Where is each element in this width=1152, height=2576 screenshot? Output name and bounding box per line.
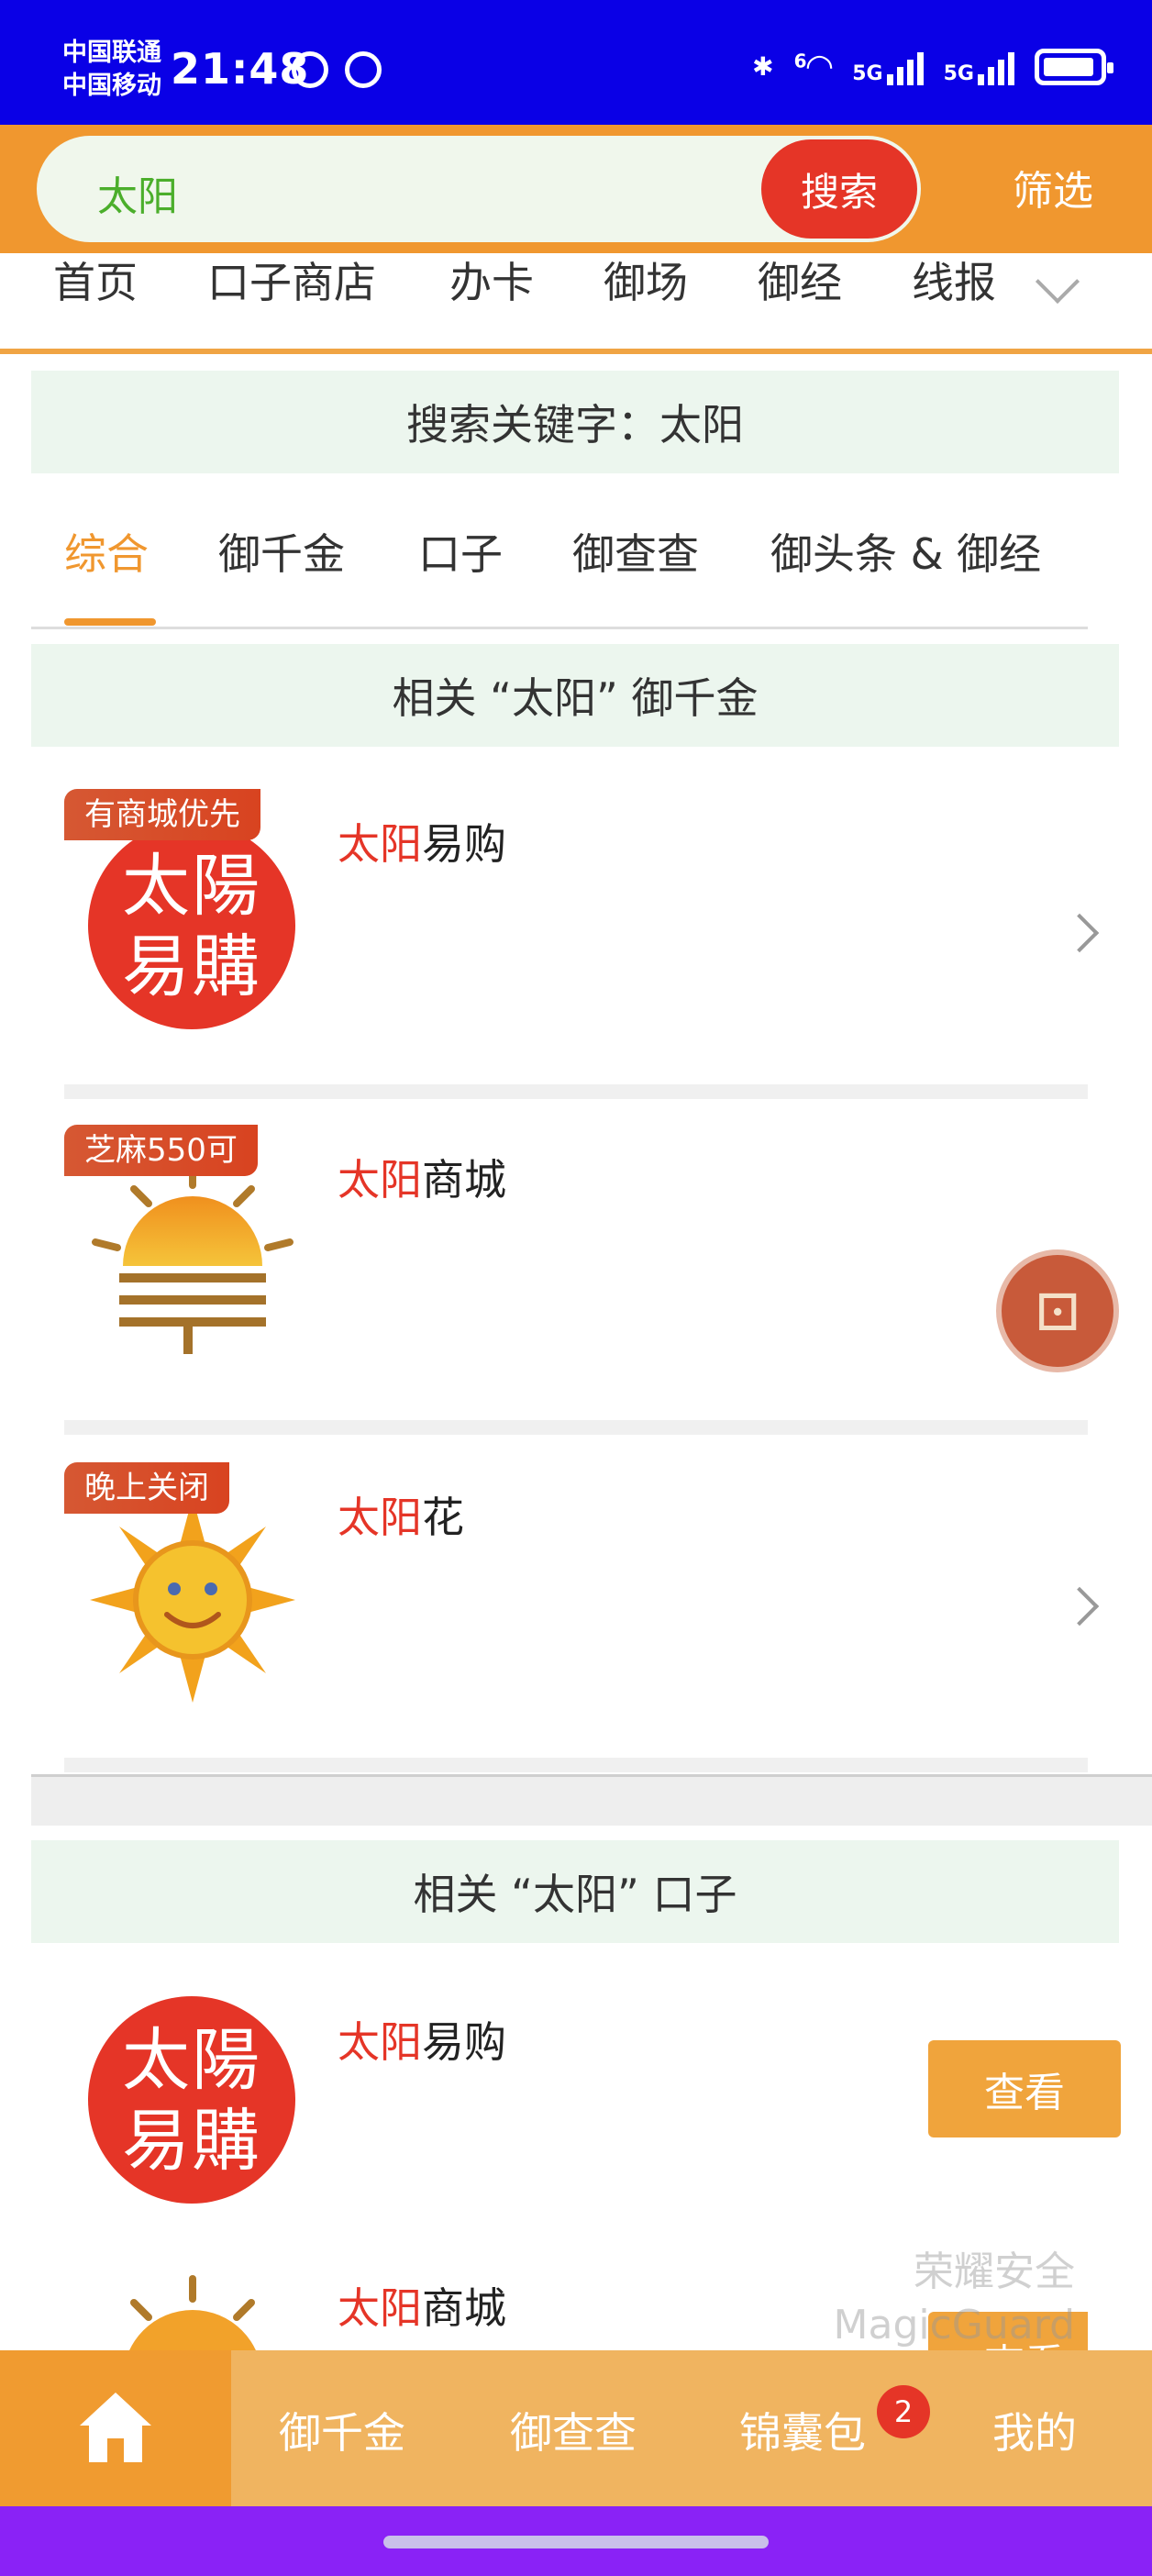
item-tag: 晚上关闭 xyxy=(64,1462,229,1514)
home-icon xyxy=(80,2393,151,2462)
keyword-banner: 搜索关键字：太阳 xyxy=(31,371,1119,473)
nav-item-card[interactable]: 办卡 xyxy=(449,253,534,312)
item-logo: 太陽 易購 xyxy=(83,1991,303,2211)
list-item[interactable]: 芝麻550可 太阳商城 xyxy=(64,1125,1088,1409)
data-saver-icon xyxy=(292,51,328,88)
carrier-2: 中国移动 xyxy=(62,72,161,100)
divider xyxy=(64,1420,1088,1435)
tab-home[interactable] xyxy=(0,2350,231,2506)
seal-logo-text: 太陽 易購 xyxy=(122,2021,261,2181)
nav-item-home[interactable]: 首页 xyxy=(53,253,138,312)
section-separator xyxy=(31,1774,1152,1826)
network-type-2: 5G xyxy=(943,61,974,85)
title-highlight: 太阳 xyxy=(338,2283,422,2333)
home-indicator[interactable] xyxy=(383,2536,769,2548)
item-logo xyxy=(83,1490,303,1710)
bottom-nav: 御千金 御查查 锦囊包 2 我的 xyxy=(0,2350,1152,2506)
title-rest: 花 xyxy=(422,1493,464,1542)
search-header: 太阳 搜索 筛选 xyxy=(0,125,1152,253)
nav-item-field[interactable]: 御场 xyxy=(604,253,688,312)
nav-item-guide[interactable]: 御经 xyxy=(758,253,842,312)
title-rest: 易购 xyxy=(422,2017,506,2067)
section-header-kouzi: 相关 “太阳” 口子 xyxy=(31,1840,1119,1943)
watermark-line-1: 荣耀安全 xyxy=(914,2248,1075,2295)
item-title: 太阳商城 xyxy=(338,2275,506,2336)
item-title: 太阳易购 xyxy=(338,2009,506,2070)
search-input[interactable]: 太阳 搜索 xyxy=(37,136,921,242)
status-bar: 中国联通 中国移动 21:48 ✱ 6◠ 5G 5G xyxy=(0,0,1152,125)
seal-logo: 太陽 易購 xyxy=(88,1996,295,2204)
title-rest: 商城 xyxy=(422,2283,506,2333)
tab-jinnangbao[interactable]: 锦囊包 xyxy=(739,2400,866,2460)
floating-app-icon[interactable]: ⊡ xyxy=(996,1249,1119,1372)
smiling-sun-logo xyxy=(90,1497,295,1703)
signal-2-icon: 5G xyxy=(944,49,1014,85)
chevron-right-icon[interactable] xyxy=(1059,1586,1100,1627)
notification-badge: 2 xyxy=(877,2385,930,2438)
floating-icon-glyph: ⊡ xyxy=(1033,1277,1082,1345)
nav-item-shop[interactable]: 口子商店 xyxy=(207,253,376,312)
title-rest: 易购 xyxy=(422,819,506,869)
seal-logo: 太陽 易購 xyxy=(88,822,295,1029)
seal-logo-text: 太陽 易購 xyxy=(122,847,261,1006)
list-item[interactable]: 有商城优先 太陽 易購 太阳易购 xyxy=(64,789,1100,1073)
nav-item-news[interactable]: 线报 xyxy=(912,253,996,312)
item-tag: 有商城优先 xyxy=(64,789,260,840)
list-item[interactable]: 晚上关闭 太阳花 xyxy=(64,1462,1100,1747)
title-highlight: 太阳 xyxy=(338,1493,422,1542)
network-type-1: 5G xyxy=(852,61,883,85)
alarm-icon xyxy=(345,51,382,88)
carrier-1: 中国联通 xyxy=(62,39,161,67)
tab-headlines[interactable]: 御头条 & 御经 xyxy=(770,521,1041,582)
tab-yuchacha[interactable]: 御查查 xyxy=(572,521,699,582)
carrier-names: 中国联通 中国移动 xyxy=(62,37,161,103)
item-logo xyxy=(83,2266,303,2350)
tab-kouzi[interactable]: 口子 xyxy=(418,521,503,582)
filter-button[interactable]: 筛选 xyxy=(1013,158,1093,217)
battery-icon xyxy=(1035,48,1113,85)
view-button[interactable]: 查看 xyxy=(928,2040,1121,2137)
active-tab-indicator xyxy=(64,618,156,626)
item-tag: 芝麻550可 xyxy=(64,1125,258,1176)
item-logo: 太陽 易購 xyxy=(83,816,303,1037)
divider xyxy=(64,1084,1088,1099)
tab-yuchacha[interactable]: 御查查 xyxy=(510,2400,637,2460)
status-icons: ✱ 6◠ 5G 5G xyxy=(752,48,1113,85)
title-rest: 商城 xyxy=(422,1155,506,1205)
signal-1-icon: 5G xyxy=(852,49,924,85)
sunset-logo xyxy=(129,2275,256,2350)
result-tabs: 综合 御千金 口子 御查查 御头条 & 御经 xyxy=(31,503,1088,629)
bluetooth-icon: ✱ xyxy=(752,51,774,82)
tab-yuqianjin[interactable]: 御千金 xyxy=(218,521,345,582)
title-highlight: 太阳 xyxy=(338,819,422,869)
security-watermark: 荣耀安全 MagicGuard xyxy=(834,2246,1075,2352)
search-query: 太阳 xyxy=(97,173,178,220)
tab-all[interactable]: 综合 xyxy=(64,521,149,582)
item-title: 太阳花 xyxy=(338,1484,464,1545)
tab-yuqianjin[interactable]: 御千金 xyxy=(279,2400,405,2460)
search-button[interactable]: 搜索 xyxy=(761,139,917,239)
list-item[interactable]: 太陽 易購 太阳易购 查看 xyxy=(64,1982,1121,2248)
category-nav: 首页 口子商店 办卡 御场 御经 线报 xyxy=(0,253,1152,354)
item-title: 太阳易购 xyxy=(338,811,506,872)
tab-mine[interactable]: 我的 xyxy=(992,2400,1077,2460)
wifi-icon: 6◠ xyxy=(793,48,833,85)
watermark-line-2: MagicGuard xyxy=(833,2302,1075,2348)
item-logo xyxy=(83,1152,303,1372)
title-highlight: 太阳 xyxy=(338,1155,422,1205)
title-highlight: 太阳 xyxy=(338,2017,422,2067)
chevron-down-icon[interactable] xyxy=(1035,259,1080,305)
section-header-yuqianjin: 相关 “太阳” 御千金 xyxy=(31,644,1119,747)
wifi-label: 6 xyxy=(793,50,807,72)
item-title: 太阳商城 xyxy=(338,1147,506,1207)
divider xyxy=(64,1758,1088,1772)
system-nav-bar xyxy=(0,2506,1152,2576)
clock: 21:48 xyxy=(171,44,310,94)
chevron-right-icon[interactable] xyxy=(1059,913,1100,953)
sunset-logo xyxy=(92,1161,294,1354)
